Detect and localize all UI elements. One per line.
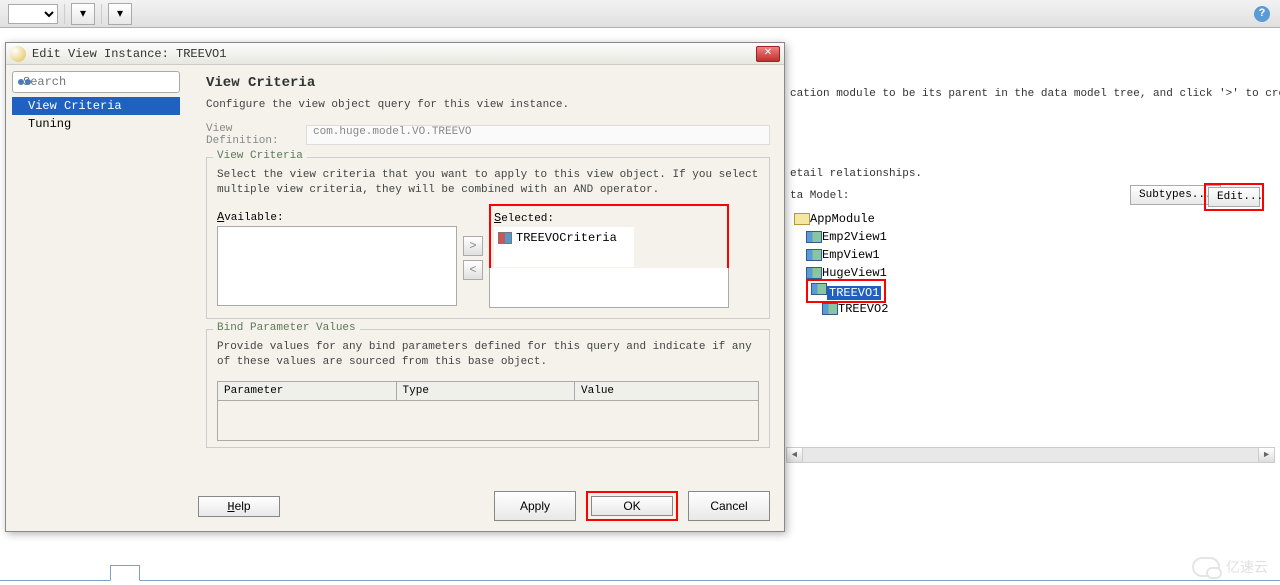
data-model-label: ta Model: [790,190,849,202]
bottom-tab-line [0,580,1280,581]
module-icon [794,212,810,226]
scroll-right-icon[interactable]: ► [1258,448,1274,462]
vo-icon [822,302,838,316]
data-model-tree[interactable]: AppModule Emp2View1 EmpView1 HugeView1 T… [790,210,1090,318]
edit-view-instance-dialog: Edit View Instance: TREEVO1 ✕ View Crite… [5,42,785,532]
view-definition-label: View Definition: [206,123,306,147]
fieldset-text: Select the view criteria that you want t… [217,168,759,199]
nav-tuning[interactable]: Tuning [12,115,180,133]
dialog-titlebar: Edit View Instance: TREEVO1 ✕ [6,43,784,65]
tree-root[interactable]: AppModule [790,210,1090,228]
scroll-left-icon[interactable]: ◄ [787,448,803,462]
tree-item[interactable]: EmpView1 [790,246,1090,264]
shuttle-add-button[interactable]: > [463,236,483,256]
watermark-logo-icon [1192,557,1220,577]
horizontal-scrollbar[interactable]: ◄ ► [786,447,1275,463]
selected-list[interactable] [489,268,729,308]
available-label: AAvailable:vailable: [217,210,457,224]
vo-icon [806,266,822,280]
toolbar-btn-2[interactable]: ▾ [108,3,132,25]
view-definition-value: com.huge.model.VO.TREEVO [306,125,770,145]
bind-params-table: Parameter Type Value [217,381,759,441]
edit-button-highlight: Edit... [1204,183,1264,211]
apply-button[interactable]: Apply [494,491,576,521]
search-input[interactable] [23,75,175,89]
shuttle-remove-button[interactable]: < [463,260,483,280]
toolbar-select[interactable] [8,4,58,24]
page-heading: View Criteria [206,75,770,91]
ok-button[interactable]: OK [591,496,673,516]
tree-item-child[interactable]: TREEVO2 [790,300,1090,318]
table-row-empty [218,400,759,440]
col-type[interactable]: Type [396,381,575,400]
ok-highlight: OK [586,491,678,521]
col-value[interactable]: Value [575,381,759,400]
help-button[interactable]: Help [198,496,280,517]
col-parameter[interactable]: Parameter [218,381,397,400]
vo-icon [811,282,827,296]
nav-tree: View Criteria Tuning [12,97,180,133]
selected-highlight: Selected: TREEVOCriteria [489,204,729,272]
toolbar-btn-1[interactable]: ▾ [71,3,95,25]
selected-label: Selected: [494,211,724,225]
fieldset-legend: View Criteria [213,150,307,162]
vo-icon [806,230,822,244]
view-criteria-fieldset: View Criteria Select the view criteria t… [206,157,770,319]
available-list[interactable] [217,226,457,306]
fieldset-legend: Bind Parameter Values [213,322,360,334]
cancel-button[interactable]: Cancel [688,491,770,521]
bg-hint-text-2: etail relationships. [790,168,922,180]
tree-item[interactable]: Emp2View1 [790,228,1090,246]
app-toolbar: ▾ ▾ [0,0,1280,28]
tree-item-selected-wrap: TREEVO1 [790,282,1090,300]
fieldset-text: Provide values for any bind parameters d… [217,340,759,371]
nav-view-criteria[interactable]: View Criteria [12,97,180,115]
bind-params-fieldset: Bind Parameter Values Provide values for… [206,329,770,448]
page-subtitle: Configure the view object query for this… [206,99,770,111]
edit-button[interactable]: Edit... [1208,187,1260,207]
dialog-title: Edit View Instance: TREEVO1 [32,47,756,61]
watermark: 亿速云 [1192,557,1268,577]
dialog-icon [10,46,26,62]
search-icon [17,75,19,89]
bg-hint-text: cation module to be its parent in the da… [790,88,1280,100]
close-icon[interactable]: ✕ [756,46,780,62]
search-box[interactable] [12,71,180,93]
tree-item-selected[interactable]: TREEVO1 [827,286,881,300]
selected-criteria-item[interactable]: TREEVOCriteria [498,231,630,245]
criteria-icon [498,232,512,244]
vo-icon [806,248,822,262]
help-icon[interactable]: ? [1254,6,1270,22]
bottom-tab[interactable] [110,565,140,581]
